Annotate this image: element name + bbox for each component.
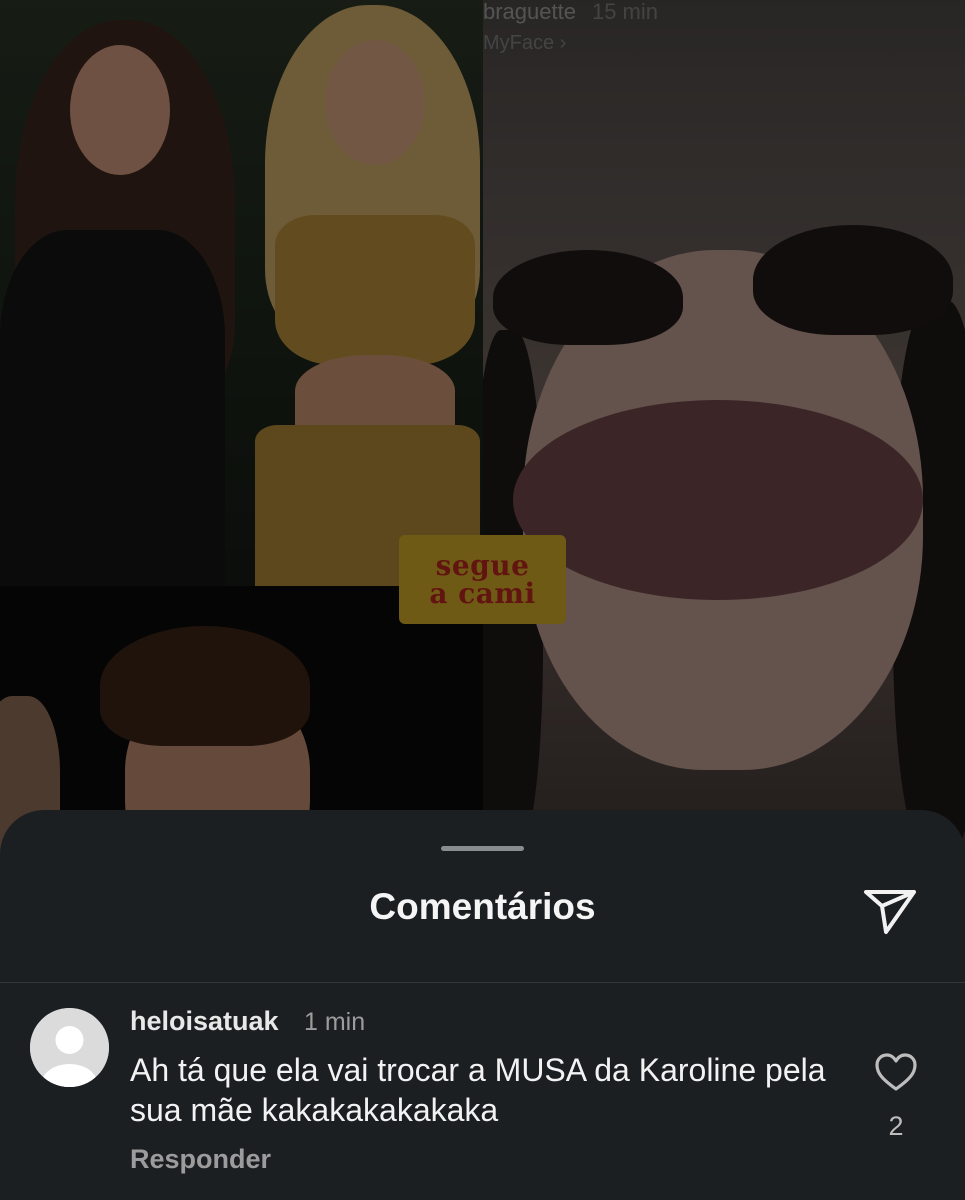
default-avatar-icon[interactable] [30,1008,109,1087]
comment-item: heloisatuak 1 min Ah tá que ela vai troc… [0,1006,965,1196]
reply-button[interactable]: Responder [130,1144,271,1175]
comments-sheet: Comentários heloisatuak 1 min Ah tá que … [0,810,965,1200]
like-count: 2 [888,1111,904,1141]
heart-icon[interactable] [872,1048,920,1096]
send-icon[interactable] [860,880,920,940]
dim-overlay[interactable] [0,0,965,860]
sheet-title: Comentários [369,886,596,927]
comment-username[interactable]: heloisatuak [130,1006,279,1037]
comment-time: 1 min [304,1008,366,1036]
divider [0,982,965,983]
comment-text: Ah tá que ela vai trocar a MUSA da Karol… [130,1052,826,1128]
story-background: braguette 15 min MyFace › segue a cami [0,0,965,860]
sheet-drag-handle[interactable] [441,846,524,851]
